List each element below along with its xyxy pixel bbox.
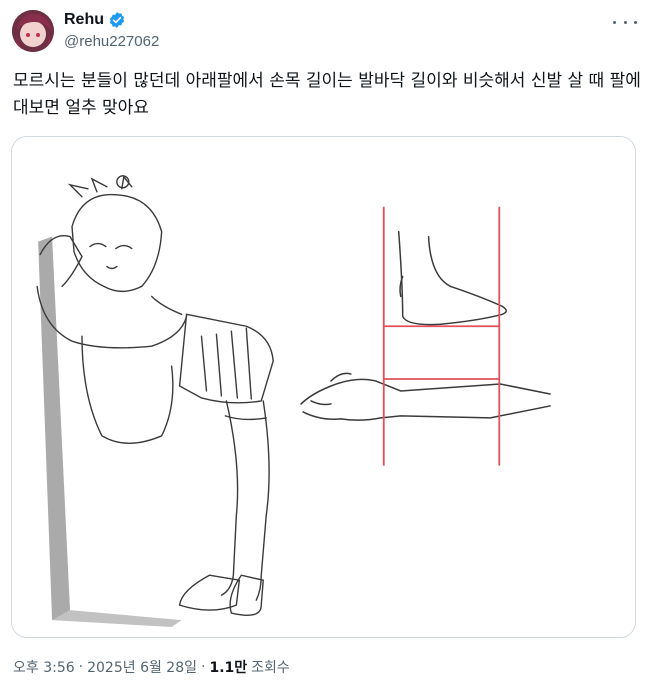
tweet-date[interactable]: 2025년 6월 28일 bbox=[87, 657, 197, 677]
more-options-icon[interactable] bbox=[613, 12, 637, 32]
illustration bbox=[12, 137, 635, 637]
views-count: 1.1만 bbox=[209, 660, 248, 676]
tweet-text: 모르시는 분들이 많던데 아래팔에서 손목 길이는 발바닥 길이와 비슷해서 신… bbox=[13, 71, 641, 118]
tweet-image[interactable] bbox=[11, 136, 636, 638]
author-block: Rehu @rehu227062 bbox=[64, 9, 159, 50]
tweet-time[interactable]: 오후 3:56 bbox=[13, 657, 75, 677]
display-name[interactable]: Rehu bbox=[64, 11, 104, 29]
views-label: 조회수 bbox=[251, 660, 290, 676]
handle[interactable]: @rehu227062 bbox=[64, 33, 159, 50]
meta-separator: · bbox=[78, 659, 84, 675]
meta-separator-2: · bbox=[201, 659, 206, 675]
verified-badge-icon bbox=[108, 11, 126, 29]
tweet-meta: 오후 3:56 · 2025년 6월 28일 · 1.1만 조회수 bbox=[13, 657, 290, 677]
avatar[interactable] bbox=[12, 10, 54, 52]
